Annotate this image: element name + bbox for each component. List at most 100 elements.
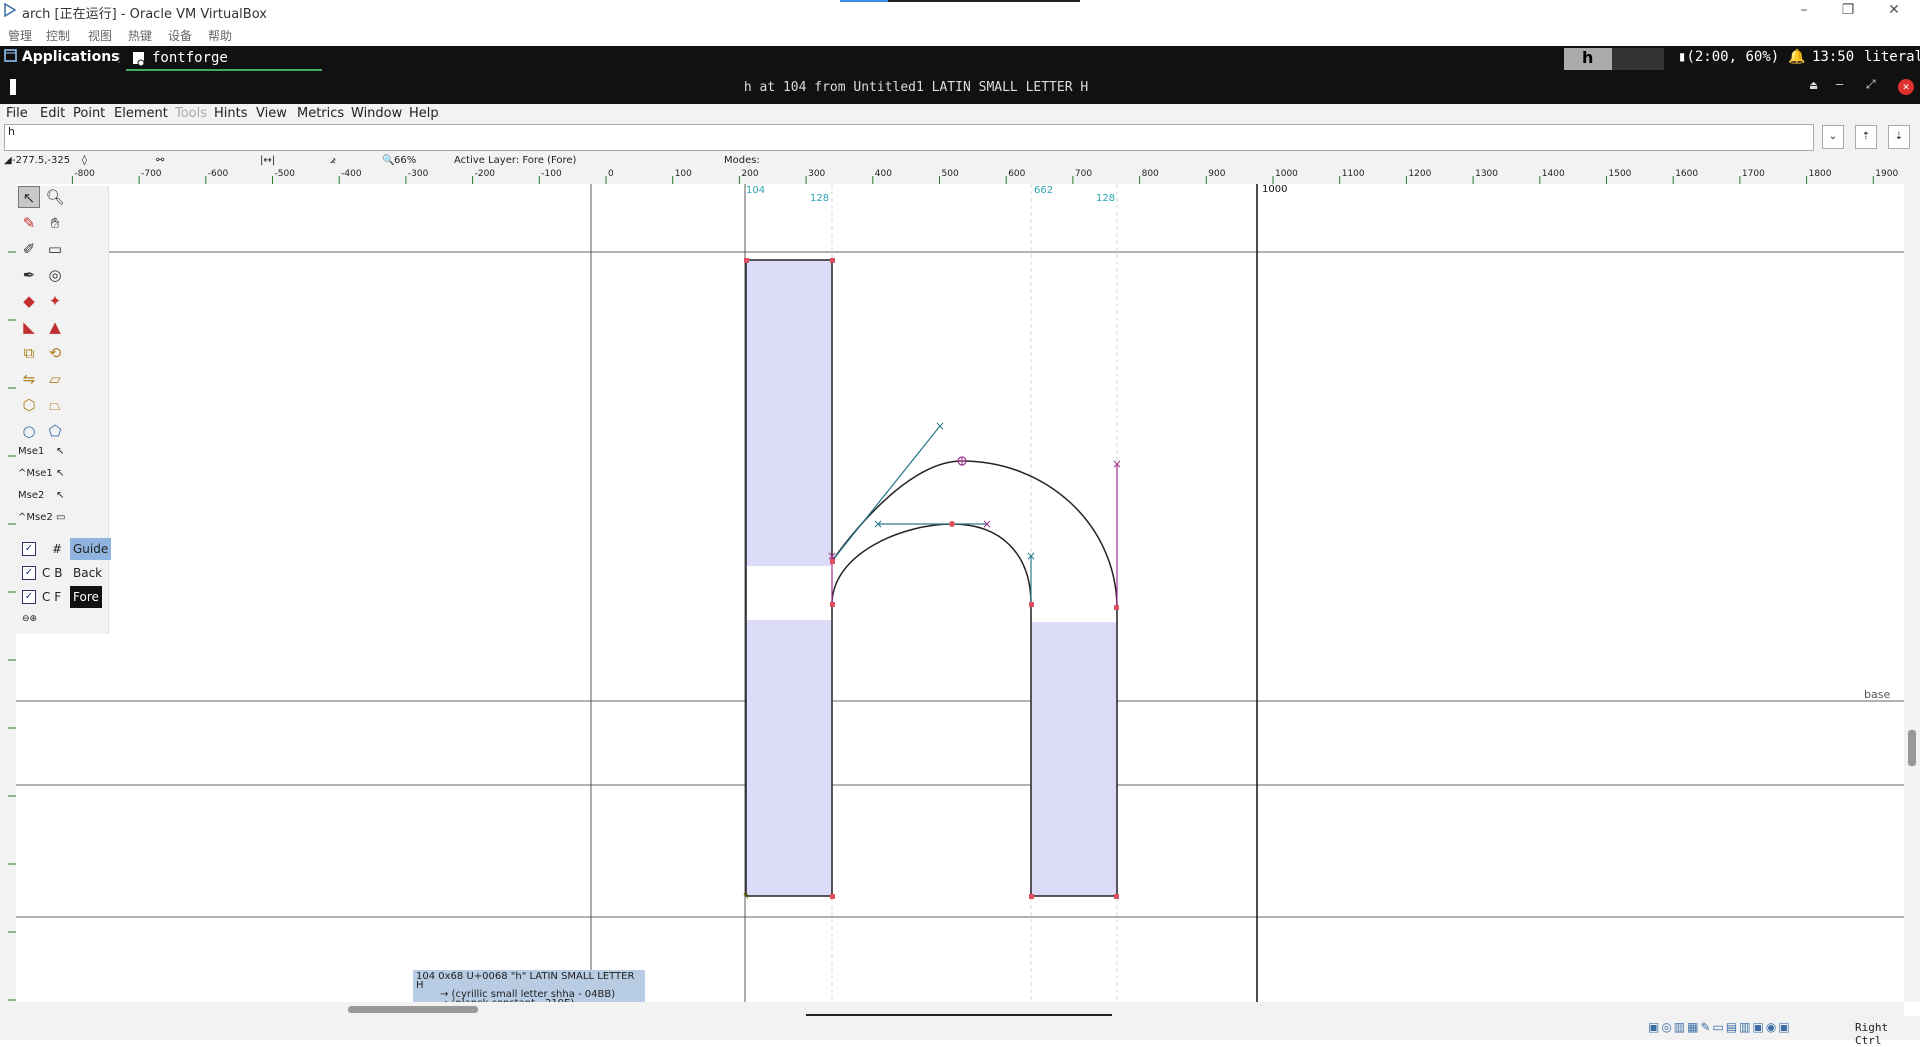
xfce-panel: Applications ⋮ fontforge h ▮(2:00, 60%) … xyxy=(0,46,1920,71)
close-icon[interactable]: ✕ xyxy=(1898,79,1914,95)
polygon-tool-icon[interactable]: ⬠ xyxy=(44,420,66,442)
curve-point-tool-icon[interactable]: ◆ xyxy=(18,290,40,312)
glyph-canvas[interactable]: × × × × × × ↰ 104 128 662 128 1000 base xyxy=(16,184,1904,1002)
ellipse-tool-icon[interactable]: ○ xyxy=(18,420,40,442)
active-layer: Active Layer: Fore (Fore) xyxy=(454,155,577,166)
menu-help[interactable]: Help xyxy=(409,106,439,121)
vbox-menu-help[interactable]: 帮助 xyxy=(208,27,232,44)
vbox-menu-hotkey[interactable]: 热键 xyxy=(128,27,152,44)
ruler-tick-label: 1800 xyxy=(1809,169,1832,179)
hvcurve-point-tool-icon[interactable]: ✦ xyxy=(44,290,66,312)
scale-tool-icon[interactable]: ⧉ xyxy=(18,342,40,364)
menu-tools[interactable]: Tools xyxy=(175,106,207,121)
maximize-icon[interactable]: ⤢ xyxy=(1866,77,1876,92)
vbox-device-icons[interactable]: ▣◎▥▦✎▭▤▥▣◉▣ xyxy=(1648,1020,1792,1034)
pointer-tool-icon[interactable]: ↖ xyxy=(18,186,40,208)
start-point-marker: ↰ xyxy=(742,892,750,902)
pen-tool-icon[interactable]: ✒ xyxy=(18,264,40,286)
layer-row-guide[interactable]: ✓ # Guide xyxy=(20,538,112,560)
freehand-tool-icon[interactable]: ✎ xyxy=(18,212,40,234)
vbox-menu-view[interactable]: 视图 xyxy=(88,27,112,44)
control-handle xyxy=(831,425,941,562)
3d-rotate-tool-icon[interactable]: ⬡ xyxy=(18,394,40,416)
ruler-tick-label: 800 xyxy=(1142,169,1159,179)
layer-visible-checkbox[interactable]: ✓ xyxy=(22,566,36,580)
layer-visible-checkbox[interactable]: ✓ xyxy=(22,590,36,604)
workspace-1[interactable]: h xyxy=(1564,48,1612,70)
hand-tool-icon[interactable]: ✋︎ xyxy=(44,212,66,234)
clock[interactable]: 13:50 xyxy=(1812,49,1854,65)
lbearing-width-label: 128 xyxy=(810,193,830,204)
ruler-tick-label: 1200 xyxy=(1408,169,1431,179)
ruler-tick-label: 1500 xyxy=(1609,169,1632,179)
menu-metrics[interactable]: Metrics xyxy=(297,106,344,121)
ctrl-mouse1-label: ^Mse1 xyxy=(18,468,53,479)
chevron-down-icon[interactable]: ⌄ xyxy=(1822,125,1844,149)
layer-row-fore[interactable]: ✓ C F Fore xyxy=(20,586,106,608)
vbox-menu-devices[interactable]: 设备 xyxy=(168,27,192,44)
vbox-menu-control[interactable]: 控制 xyxy=(46,27,70,44)
ruler-tick-label: 200 xyxy=(741,169,758,179)
zoom-level: 66% xyxy=(394,155,417,166)
skew-tool-icon[interactable]: ▱ xyxy=(44,368,66,390)
applications-menu[interactable]: Applications xyxy=(4,49,120,65)
corner-point-tool-icon[interactable]: ◣ xyxy=(18,316,40,338)
horizontal-scroll-thumb[interactable] xyxy=(348,1006,478,1013)
rotate-tool-icon[interactable]: ⟲ xyxy=(44,342,66,364)
tool-palette: ↖ 🔍︎ ✎ ✋︎ ✐ ▭ ✒ ◎ ◆ ✦ ◣ ▲ ⧉ ⟲ ⇋ ▱ ⬡ ⏢ ○ … xyxy=(16,186,112,634)
knife-tool-icon[interactable]: ✐ xyxy=(18,238,40,260)
minimize-icon[interactable]: – xyxy=(1794,2,1814,18)
svg-text:×: × xyxy=(873,517,883,531)
layer-collapse-icon[interactable]: ⊖⊕ xyxy=(22,614,37,624)
spiro-tool-icon[interactable]: ◎ xyxy=(44,264,66,286)
next-glyph-button[interactable]: ⇣ xyxy=(1888,125,1910,149)
svg-text:×: × xyxy=(1112,457,1122,471)
width-icon: |↔| xyxy=(260,155,276,166)
previous-glyph-button[interactable]: ⇡ xyxy=(1855,125,1877,149)
menu-view[interactable]: View xyxy=(256,106,287,121)
glyph-editor-svg[interactable]: × × × × × × ↰ xyxy=(16,184,1904,1002)
control-point-markers[interactable]: × × × × × × xyxy=(827,419,1122,563)
horizontal-ruler: -800 -700 -600 -500 -400 -300 -200 -100 0 100 200 3… xyxy=(0,168,1920,184)
ruler-tick-label: 100 xyxy=(675,169,692,179)
info-bar: ◢ -277.5,-325 ◊ ⚯ |↔| ⦨ 🔍 66% Active Lay… xyxy=(0,154,1920,168)
ruler-tick-label: -300 xyxy=(408,169,429,179)
mouse1-label: Mse1 xyxy=(18,446,45,457)
layer-name[interactable]: Fore xyxy=(70,586,102,608)
ruler-tick-label: -700 xyxy=(141,169,162,179)
menu-hints[interactable]: Hints xyxy=(214,106,248,121)
menu-file[interactable]: File xyxy=(6,106,28,121)
layer-name[interactable]: Back xyxy=(70,562,105,584)
menu-point[interactable]: Point xyxy=(73,106,105,121)
layer-prefix: C F xyxy=(42,590,62,604)
vertical-scrollbar[interactable] xyxy=(1904,184,1920,1002)
magnify-tool-icon[interactable]: 🔍︎ xyxy=(44,186,66,208)
user-name[interactable]: literal xyxy=(1864,49,1920,65)
point-icon: ◊ xyxy=(82,155,87,166)
layer-name[interactable]: Guide xyxy=(70,538,112,560)
restore-icon[interactable]: ❐ xyxy=(1838,2,1858,18)
menu-edit[interactable]: Edit xyxy=(40,106,65,121)
flip-tool-icon[interactable]: ⇋ xyxy=(18,368,40,390)
close-icon[interactable]: ✕ xyxy=(1884,2,1904,18)
horizontal-scrollbar[interactable] xyxy=(0,1002,1904,1016)
layer-visible-checkbox[interactable]: ✓ xyxy=(22,542,36,556)
battery-indicator[interactable]: ▮(2:00, 60%) xyxy=(1678,49,1779,65)
minimize-icon[interactable]: – xyxy=(1836,77,1843,91)
vbox-menu-manage[interactable]: 管理 xyxy=(8,27,32,44)
taskbar-item-fontforge[interactable]: fontforge xyxy=(126,48,322,71)
baseline-label: base xyxy=(1864,688,1891,701)
layer-row-back[interactable]: ✓ C B Back xyxy=(20,562,106,584)
char-name-input[interactable]: h xyxy=(4,124,1814,151)
perspective-tool-icon[interactable]: ⏢ xyxy=(44,394,66,416)
vertical-scroll-thumb[interactable] xyxy=(1908,730,1916,766)
applications-icon xyxy=(4,49,17,62)
notification-bell-icon[interactable]: 🔔 xyxy=(1788,49,1805,65)
shade-icon[interactable]: ⏏ xyxy=(1810,78,1817,92)
menu-window[interactable]: Window xyxy=(351,106,402,121)
tangent-point-tool-icon[interactable]: ▲ xyxy=(44,316,66,338)
ruler-tool-icon[interactable]: ▭ xyxy=(44,238,66,260)
ruler-tick-label: 600 xyxy=(1008,169,1025,179)
vbox-statusbar: ▣◎▥▦✎▭▤▥▣◉▣ Right Ctrl xyxy=(0,1016,1920,1047)
menu-element[interactable]: Element xyxy=(114,106,168,121)
